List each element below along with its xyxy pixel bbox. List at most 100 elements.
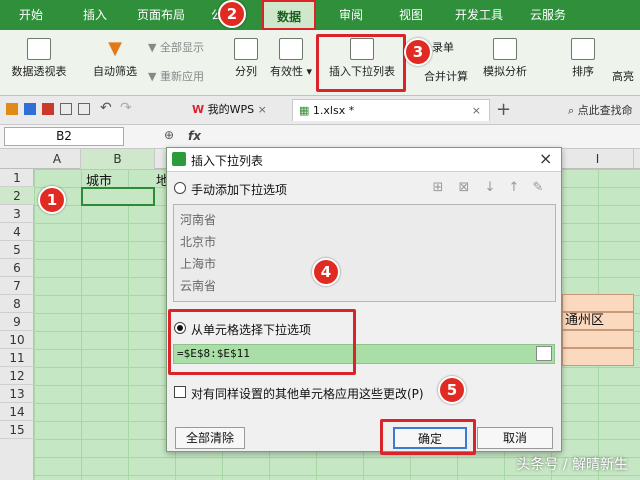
tab-page-layout[interactable]: 页面布局 [130, 0, 192, 30]
tab-home[interactable]: 开始 [8, 0, 54, 30]
undo-icon[interactable]: ↶ [100, 100, 112, 116]
save-icon[interactable] [24, 103, 36, 115]
cell-i8[interactable] [562, 294, 634, 312]
step-badge-3: 3 [404, 38, 432, 66]
row-10[interactable]: 10 [0, 331, 34, 349]
redo-icon[interactable]: ↷ [120, 100, 132, 116]
row-15[interactable]: 15 [0, 421, 34, 439]
check-icon [279, 38, 303, 60]
row-1[interactable]: 1 [0, 169, 34, 187]
close-icon[interactable]: × [472, 100, 481, 122]
col-b[interactable]: B [81, 149, 155, 169]
search-command[interactable]: ⌕ 点此查找命 [568, 102, 633, 118]
ribbon: 数据透视表 ▼ 自动筛选 ▼ 全部显示 ▼ 重新应用 分列 有效性 ▾ 插入下拉… [0, 30, 640, 96]
clear-all-button[interactable]: 全部清除 [175, 427, 245, 449]
funnel-icon: ▼ [148, 41, 160, 54]
folder-icon[interactable] [6, 103, 18, 115]
cell-i10[interactable] [562, 330, 634, 348]
tab-my-wps[interactable]: W 我的WPS × [186, 99, 286, 121]
pivot-icon [27, 38, 51, 60]
analysis-icon [493, 38, 517, 60]
delete-item-icon[interactable]: ⊠ [457, 181, 471, 195]
dialog-title: 插入下拉列表 [191, 154, 264, 168]
new-tab-icon[interactable]: + [496, 99, 511, 120]
sort-az-icon [571, 38, 595, 60]
row-11[interactable]: 11 [0, 349, 34, 367]
move-up-icon[interactable]: ↑ [507, 181, 521, 195]
row-9[interactable]: 9 [0, 313, 34, 331]
wps-sheet-icon [172, 152, 186, 166]
close-icon[interactable]: × [539, 149, 552, 168]
col-i[interactable]: I [562, 149, 634, 169]
manual-items-list[interactable]: 河南省 北京市 上海市 云南省 [173, 204, 556, 302]
record-form-button[interactable]: 录单 [432, 39, 454, 55]
row-12[interactable]: 12 [0, 367, 34, 385]
tab-developer[interactable]: 开发工具 [448, 0, 510, 30]
funnel-icon: ▼ [108, 38, 122, 59]
row-13[interactable]: 13 [0, 385, 34, 403]
col-a[interactable]: A [34, 149, 81, 169]
row-5[interactable]: 5 [0, 241, 34, 259]
highlight-box-4 [168, 309, 356, 375]
split-column-button[interactable]: 分列 [226, 38, 266, 79]
list-item: 上海市 [180, 257, 217, 271]
file-tab-bar: ↶ ↷ W 我的WPS × ▦ 1.xlsx * × + ⌕ 点此查找命 [0, 96, 640, 125]
sort-button[interactable]: 排序 [566, 38, 600, 79]
row-2[interactable]: 2 [0, 187, 34, 205]
tab-cloud[interactable]: 云服务 [520, 0, 576, 30]
print-icon[interactable] [60, 103, 72, 115]
row-7[interactable]: 7 [0, 277, 34, 295]
wps-logo-icon: W [192, 103, 205, 116]
edit-icon[interactable]: ✎ [531, 181, 545, 195]
merge-calc-button[interactable]: 合并计算 [424, 68, 468, 84]
list-item: 云南省 [180, 279, 217, 293]
step-badge-4: 4 [312, 258, 340, 286]
close-icon[interactable]: × [258, 103, 267, 116]
add-item-icon[interactable]: ⊞ [431, 181, 445, 195]
tab-data[interactable]: 数据 [262, 0, 316, 30]
range-picker-icon[interactable] [536, 346, 552, 361]
tab-view[interactable]: 视图 [388, 0, 434, 30]
manual-option-label: 手动添加下拉选项 [191, 183, 288, 197]
highlight-box-3 [316, 34, 406, 92]
split-icon [234, 38, 258, 60]
show-all-button[interactable]: ▼ 全部显示 [148, 39, 204, 55]
cell-i11[interactable] [562, 348, 634, 366]
step-badge-1: 1 [38, 186, 66, 214]
row-6[interactable]: 6 [0, 259, 34, 277]
tab-insert[interactable]: 插入 [70, 0, 120, 30]
highlight-duplicates-button[interactable]: 高亮 [612, 68, 640, 84]
apply-all-label: 对有同样设置的其他单元格应用这些更改(P) [191, 387, 424, 401]
spreadsheet-icon: ▦ [299, 104, 310, 117]
cell-i9[interactable]: 通州区 [562, 312, 634, 330]
row-8[interactable]: 8 [0, 295, 34, 313]
reapply-button[interactable]: ▼ 重新应用 [148, 68, 204, 84]
row-4[interactable]: 4 [0, 223, 34, 241]
list-item: 北京市 [180, 235, 217, 249]
tab-file[interactable]: ▦ 1.xlsx * × [292, 99, 490, 121]
tab-review[interactable]: 审阅 [328, 0, 374, 30]
chevron-down-icon: ▾ [302, 65, 313, 78]
menu-bar: 开始 插入 页面布局 公 数据 审阅 视图 开发工具 云服务 [0, 0, 640, 30]
autofilter-button[interactable]: ▼ 自动筛选 [86, 38, 144, 79]
cancel-button[interactable]: 取消 [477, 427, 553, 449]
formula-bar: B2 ⊕ fx [0, 125, 640, 149]
selected-cell-b2[interactable] [81, 187, 155, 206]
validity-button[interactable]: 有效性 ▾ [266, 38, 316, 79]
export-pdf-icon[interactable] [42, 103, 54, 115]
funnel-icon: ▼ [148, 70, 160, 83]
what-if-analysis-button[interactable]: 模拟分析 [478, 38, 532, 79]
apply-all-checkbox[interactable] [174, 386, 186, 398]
preview-icon[interactable] [78, 103, 90, 115]
pivot-table-button[interactable]: 数据透视表 [4, 38, 74, 79]
move-down-icon[interactable]: ↓ [483, 181, 497, 195]
list-item: 河南省 [180, 213, 217, 227]
zoom-icon[interactable]: ⊕ [164, 128, 174, 142]
row-headers: 1 2 3 4 5 6 7 8 9 10 11 12 13 14 15 [0, 169, 34, 480]
manual-option-radio[interactable] [174, 182, 186, 194]
row-3[interactable]: 3 [0, 205, 34, 223]
row-14[interactable]: 14 [0, 403, 34, 421]
step-badge-2: 2 [218, 0, 246, 28]
fx-icon[interactable]: fx [188, 129, 201, 143]
name-box[interactable]: B2 [4, 127, 124, 146]
